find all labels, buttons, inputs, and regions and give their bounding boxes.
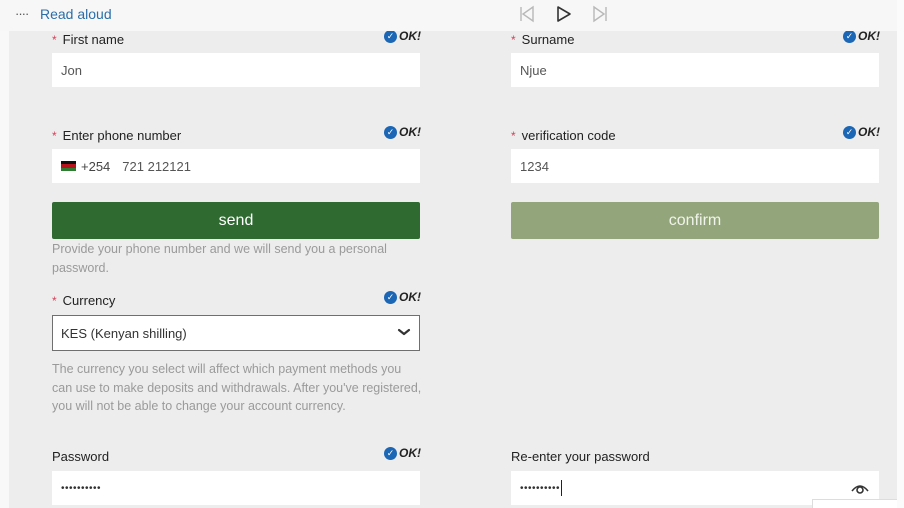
- check-icon: ✓: [843, 125, 856, 139]
- password-masked-value: ••••••••••: [61, 482, 102, 494]
- phone-input[interactable]: +254 721 212121: [52, 149, 420, 183]
- currency-selected-value: KES (Kenyan shilling): [61, 325, 187, 341]
- play-icon[interactable]: [553, 4, 573, 24]
- check-icon: ✓: [384, 290, 397, 304]
- password-input[interactable]: ••••••••••: [52, 471, 420, 505]
- password-ok-badge: ✓ OK!: [384, 446, 421, 460]
- first-name-ok-badge: ✓ OK!: [384, 29, 421, 43]
- phone-label: * Enter phone number: [52, 128, 182, 143]
- check-icon: ✓: [384, 29, 397, 43]
- page: ···· Read aloud * First name ✓ OK! Jon * Su…: [0, 0, 904, 508]
- confirm-button[interactable]: confirm: [511, 202, 879, 239]
- scrollbar-track[interactable]: [897, 0, 904, 508]
- first-name-input[interactable]: Jon: [52, 53, 420, 87]
- send-button[interactable]: send: [52, 202, 420, 239]
- surname-ok-badge: ✓ OK!: [843, 29, 880, 43]
- verification-code-label: * verification code: [511, 128, 616, 143]
- surname-input[interactable]: Njue: [511, 53, 879, 87]
- password-confirm-masked-value: ••••••••••: [520, 482, 561, 494]
- password-label: Password: [52, 449, 110, 464]
- first-name-label: * First name: [52, 32, 125, 47]
- phone-number-value: 721 212121: [122, 158, 191, 174]
- check-icon: ✓: [843, 29, 856, 43]
- previous-icon[interactable]: [517, 4, 537, 24]
- currency-ok-badge: ✓ OK!: [384, 290, 421, 304]
- kenya-flag-icon[interactable]: [61, 161, 76, 171]
- currency-select[interactable]: KES (Kenyan shilling): [52, 315, 420, 351]
- surname-label: * Surname: [511, 32, 575, 47]
- chevron-down-icon[interactable]: [397, 325, 411, 339]
- check-icon: ✓: [384, 125, 397, 139]
- password-confirm-label: Re-enter your password: [511, 449, 650, 464]
- verification-ok-badge: ✓ OK!: [843, 125, 880, 139]
- phone-help-text: Provide your phone number and we will se…: [52, 242, 387, 275]
- phone-ok-badge: ✓ OK!: [384, 125, 421, 139]
- eye-icon[interactable]: [851, 481, 869, 495]
- overlay-box: [812, 499, 897, 508]
- read-aloud-toolbar: ···· Read aloud: [0, 0, 897, 31]
- next-icon[interactable]: [590, 4, 610, 24]
- required-marker: *: [52, 33, 57, 47]
- check-icon: ✓: [384, 446, 397, 460]
- currency-label: * Currency: [52, 293, 116, 308]
- text-caret: [561, 480, 563, 496]
- more-options-icon[interactable]: ····: [15, 6, 29, 21]
- dial-code[interactable]: +254: [81, 159, 110, 174]
- read-aloud-button[interactable]: Read aloud: [40, 6, 112, 22]
- currency-help-text: The currency you select will affect whic…: [52, 362, 422, 413]
- verification-code-input[interactable]: 1234: [511, 149, 879, 183]
